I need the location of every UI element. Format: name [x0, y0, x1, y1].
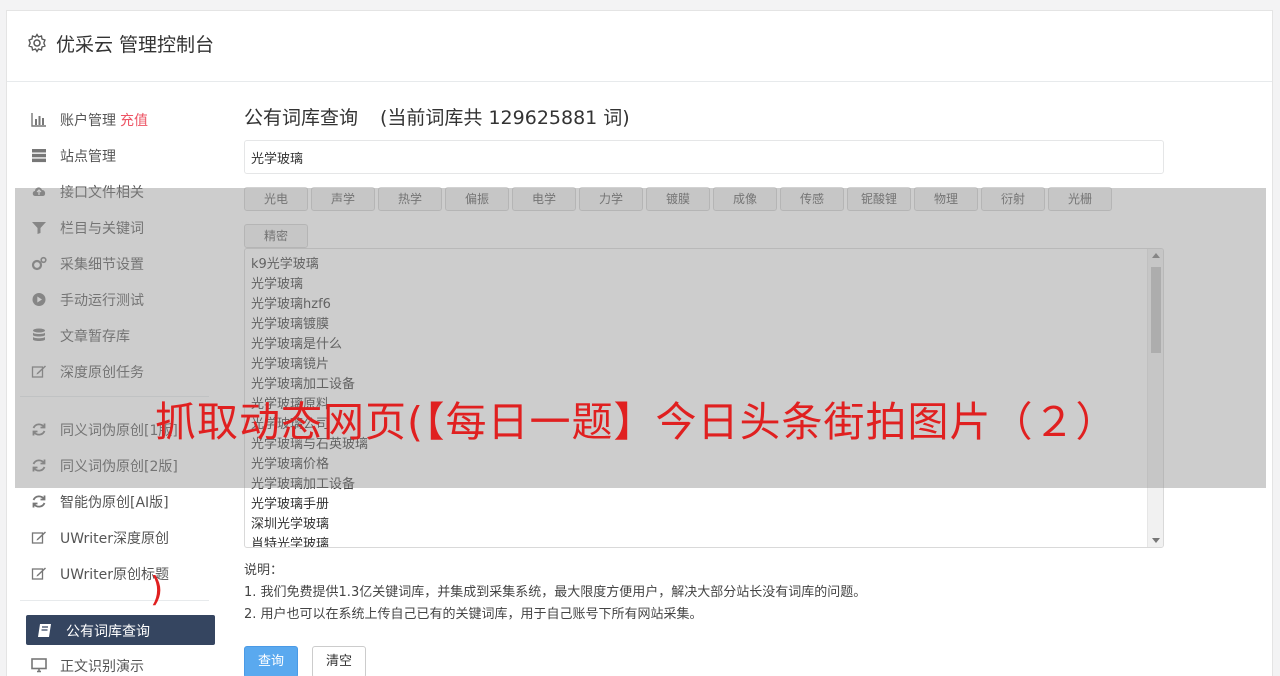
overlay-headline: 抓取动态网页(【每日一题】今日头条街拍图片（２） [155, 398, 1118, 446]
notes-line: 1. 我们免费提供1.3亿关键词库，并集成到采集系统，最大限度方便用户，解决大部… [244, 585, 867, 600]
sidebar-item-label: 账户管理 [60, 113, 116, 129]
edit-icon [31, 567, 46, 580]
sidebar-item-account[interactable]: 账户管理 充值 [20, 104, 209, 134]
sidebar-item-public-lexicon[interactable]: 公有词库查询 [26, 615, 215, 645]
sidebar-item-label: 智能伪原创[AI版] [60, 495, 169, 511]
sidebar-item-sites[interactable]: 站点管理 [20, 140, 209, 170]
sidebar-item-label: UWriter深度原创 [60, 531, 169, 547]
scroll-down-icon[interactable] [1152, 538, 1160, 543]
search-input[interactable] [244, 140, 1164, 174]
edit-icon [31, 531, 46, 544]
server-icon [32, 149, 46, 163]
sidebar-item-uwriter-deep[interactable]: UWriter深度原创 [20, 522, 209, 552]
sidebar-item-label: 公有词库查询 [66, 624, 150, 640]
sidebar-divider [20, 600, 209, 601]
query-button[interactable]: 查询 [244, 646, 298, 676]
gear-icon [28, 33, 46, 53]
app-title: 优采云 管理控制台 [56, 34, 215, 56]
notes-heading: 说明： [244, 563, 284, 578]
notes-line: 2. 用户也可以在系统上传自己已有的关键词库，用于自己账号下所有网站采集。 [244, 607, 703, 622]
bar-chart-icon [31, 113, 46, 127]
sidebar-item-label: 站点管理 [60, 149, 116, 165]
lexicon-count: (当前词库共 129625881 词) [380, 107, 630, 129]
notes: 说明： 1. 我们免费提供1.3亿关键词库，并集成到采集系统，最大限度方便用户，… [244, 560, 866, 626]
sidebar-item-uwriter-title[interactable]: UWriter原创标题 [20, 558, 209, 588]
page-title-text: 公有词库查询 [244, 107, 359, 129]
clear-button[interactable]: 清空 [312, 646, 366, 676]
sidebar-item-ai-rewrite[interactable]: 智能伪原创[AI版] [20, 486, 209, 516]
list-item: 肖特光学玻璃 [251, 537, 330, 548]
sidebar-item-label: 正文识别演示 [60, 659, 144, 675]
sidebar-item-text-recognition[interactable]: 正文识别演示 [20, 650, 209, 676]
refresh-icon [32, 495, 46, 508]
overlay-paren: ) [150, 570, 164, 610]
page-title: 公有词库查询 (当前词库共 129625881 词) [244, 103, 630, 130]
desktop-icon [31, 658, 47, 673]
header: 优采云 管理控制台 [7, 11, 1272, 82]
recharge-link[interactable]: 充值 [120, 113, 148, 129]
list-item: 光学玻璃手册 [251, 497, 330, 512]
book-icon [38, 624, 51, 637]
list-item: 深圳光学玻璃 [251, 517, 330, 532]
